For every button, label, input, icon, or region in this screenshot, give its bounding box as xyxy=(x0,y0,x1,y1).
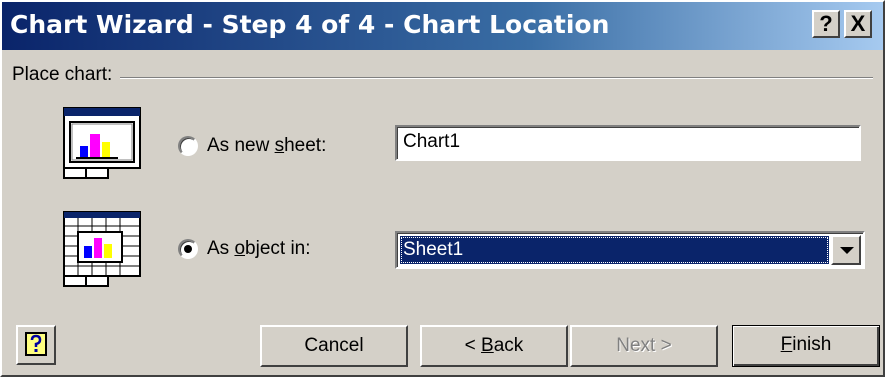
title-close-button[interactable]: X xyxy=(844,10,872,38)
as-object-in-label: As object in: xyxy=(207,238,311,259)
dropdown-button[interactable] xyxy=(831,235,861,265)
place-chart-label: Place chart: xyxy=(12,64,121,86)
selected-sheet-value: Sheet1 xyxy=(400,236,829,264)
embedded-chart-icon xyxy=(63,211,141,287)
object-sheet-select[interactable]: Sheet1 xyxy=(395,231,865,269)
as-new-sheet-label: As new sheet: xyxy=(207,135,327,156)
window-title: Chart Wizard - Step 4 of 4 - Chart Locat… xyxy=(10,10,610,39)
radio-selected-dot xyxy=(184,245,192,253)
next-button[interactable]: Next > xyxy=(570,325,718,367)
as-object-in-radio[interactable] xyxy=(178,239,198,259)
group-divider xyxy=(12,77,873,79)
office-assistant-help-icon xyxy=(25,332,47,356)
chart-wizard-dialog: Chart Wizard - Step 4 of 4 - Chart Locat… xyxy=(0,0,885,377)
new-sheet-name-input[interactable]: Chart1 xyxy=(395,125,861,161)
as-new-sheet-radio[interactable] xyxy=(178,136,198,156)
cancel-button[interactable]: Cancel xyxy=(260,325,408,367)
office-assistant-help-button[interactable] xyxy=(16,325,56,365)
title-help-button[interactable]: ? xyxy=(812,10,840,38)
chevron-down-icon xyxy=(840,247,854,254)
chart-sheet-icon xyxy=(63,107,141,179)
title-bar[interactable]: Chart Wizard - Step 4 of 4 - Chart Locat… xyxy=(2,2,883,50)
finish-button[interactable]: Finish xyxy=(732,325,880,367)
back-button[interactable]: < Back xyxy=(420,325,568,367)
